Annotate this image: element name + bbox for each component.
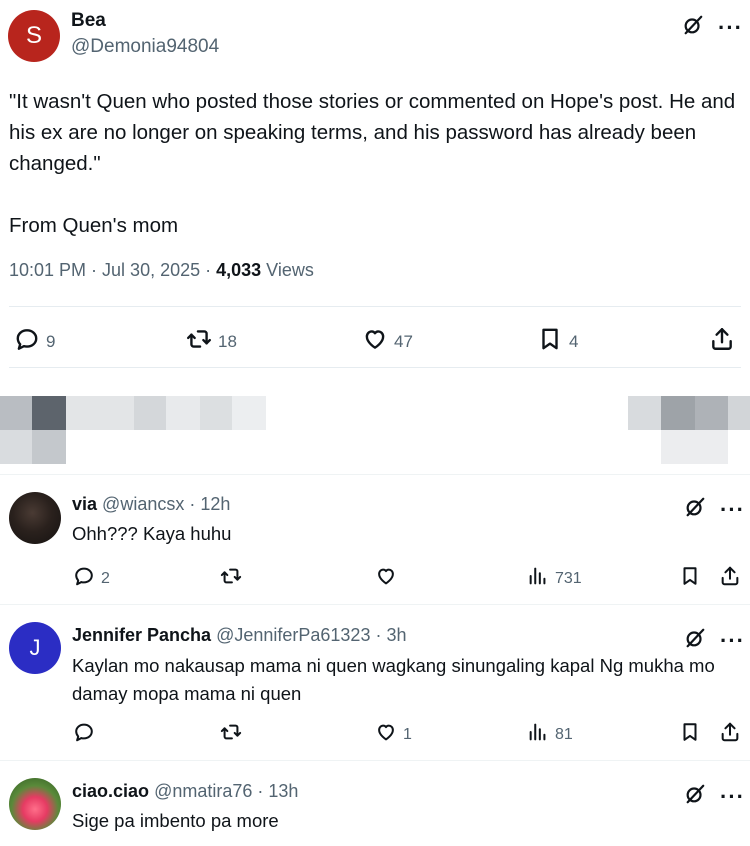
divider bbox=[9, 367, 741, 368]
bookmark-button[interactable] bbox=[679, 565, 701, 592]
bookmark-icon bbox=[537, 326, 563, 357]
share-icon bbox=[719, 721, 741, 748]
views-button[interactable]: 81 bbox=[527, 721, 573, 748]
bookmark-button[interactable] bbox=[679, 721, 701, 748]
more-icon[interactable]: ··· bbox=[720, 629, 745, 651]
post-timestamp[interactable]: 10:01 PM · Jul 30, 2025 · bbox=[9, 260, 216, 280]
like-icon bbox=[375, 565, 397, 592]
views-label: Views bbox=[261, 260, 314, 280]
reply-count: 2 bbox=[101, 569, 110, 587]
views-icon bbox=[527, 721, 549, 748]
bookmark-icon bbox=[679, 721, 701, 748]
repost-button[interactable] bbox=[220, 565, 248, 592]
views-count: 731 bbox=[555, 569, 582, 587]
share-button[interactable] bbox=[719, 565, 741, 592]
reply-button[interactable] bbox=[73, 721, 101, 748]
reply-author-handle[interactable]: @nmatira76 · 13h bbox=[154, 781, 298, 801]
grok-icon[interactable] bbox=[684, 496, 706, 523]
divider bbox=[0, 760, 750, 761]
like-icon bbox=[375, 721, 397, 748]
reply-text: Kaylan mo nakausap mama ni quen wagkang … bbox=[72, 655, 715, 704]
reply-button[interactable]: 2 bbox=[73, 565, 110, 592]
reply-composer-redacted bbox=[0, 380, 750, 464]
more-icon[interactable]: ··· bbox=[718, 16, 743, 38]
reply-top-actions: ··· bbox=[684, 783, 745, 810]
reply-avatar[interactable]: J bbox=[9, 622, 61, 674]
post-meta: 10:01 PM · Jul 30, 2025 · 4,033 Views bbox=[9, 260, 314, 281]
reply-button[interactable]: 9 bbox=[14, 326, 55, 357]
like-count: 1 bbox=[403, 725, 412, 743]
author-avatar[interactable]: S bbox=[8, 10, 60, 62]
reply-author-name[interactable]: Jennifer Pancha bbox=[72, 625, 211, 645]
reply-header: ciao.ciao @nmatira76 · 13h bbox=[72, 781, 298, 802]
reply-header: Jennifer Pancha @JenniferPa61323 · 3h bbox=[72, 625, 406, 646]
grok-icon[interactable] bbox=[684, 783, 706, 810]
reply-avatar[interactable] bbox=[9, 492, 61, 544]
reply-icon bbox=[73, 565, 95, 592]
views-count: 4,033 bbox=[216, 260, 262, 280]
bookmark-count: 4 bbox=[569, 331, 579, 351]
post-top-actions: ··· bbox=[682, 14, 743, 41]
reply-icon bbox=[14, 326, 40, 357]
like-button[interactable]: 47 bbox=[362, 326, 413, 357]
like-button[interactable] bbox=[375, 565, 403, 592]
views-icon bbox=[527, 565, 549, 592]
reply-top-actions: ··· bbox=[684, 627, 745, 654]
bookmark-button[interactable]: 4 bbox=[537, 326, 578, 357]
author-name[interactable]: Bea bbox=[71, 10, 106, 32]
share-button[interactable] bbox=[719, 721, 741, 748]
reply-icon bbox=[73, 721, 95, 748]
reply-author-handle[interactable]: @JenniferPa61323 · 3h bbox=[216, 625, 406, 645]
reply-text: Sige pa imbento pa more bbox=[72, 810, 279, 831]
reply-header: via @wiancsx · 12h bbox=[72, 494, 230, 515]
views-button[interactable]: 731 bbox=[527, 565, 582, 592]
grok-icon[interactable] bbox=[682, 14, 704, 41]
share-icon bbox=[719, 565, 741, 592]
reply-avatar[interactable] bbox=[9, 778, 61, 830]
post-text: "It wasn't Quen who posted those stories… bbox=[9, 90, 736, 237]
repost-icon bbox=[220, 565, 242, 592]
like-icon bbox=[362, 326, 388, 357]
author-handle[interactable]: @Demonia94804 bbox=[71, 36, 219, 58]
more-icon[interactable]: ··· bbox=[720, 785, 745, 807]
reply-author-handle[interactable]: @wiancsx · 12h bbox=[102, 494, 230, 514]
repost-icon bbox=[186, 326, 212, 357]
repost-button[interactable]: 18 bbox=[186, 326, 237, 357]
reply-top-actions: ··· bbox=[684, 496, 745, 523]
grok-icon[interactable] bbox=[684, 627, 706, 654]
share-button[interactable] bbox=[709, 326, 735, 357]
reply-count: 9 bbox=[46, 331, 56, 351]
reply-author-name[interactable]: ciao.ciao bbox=[72, 781, 149, 801]
bookmark-icon bbox=[679, 565, 701, 592]
divider bbox=[9, 306, 741, 307]
divider bbox=[0, 604, 750, 605]
repost-button[interactable] bbox=[220, 721, 248, 748]
like-button[interactable]: 1 bbox=[375, 721, 412, 748]
reply-author-name[interactable]: via bbox=[72, 494, 97, 514]
like-count: 47 bbox=[394, 331, 413, 351]
divider bbox=[0, 474, 750, 475]
repost-count: 18 bbox=[218, 331, 237, 351]
reply-text: Ohh??? Kaya huhu bbox=[72, 523, 232, 544]
share-icon bbox=[709, 326, 735, 357]
repost-icon bbox=[220, 721, 242, 748]
more-icon[interactable]: ··· bbox=[720, 498, 745, 520]
views-count: 81 bbox=[555, 725, 573, 743]
